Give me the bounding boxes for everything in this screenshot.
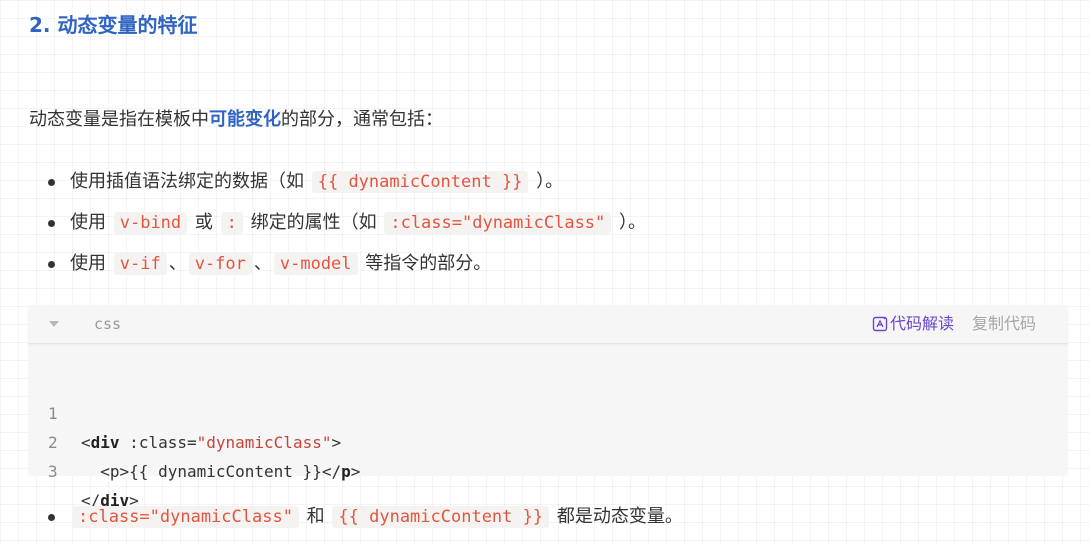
inline-code: v-bind	[113, 212, 188, 234]
intro-paragraph: 动态变量是指在模板中可能变化的部分，通常包括：	[29, 106, 443, 134]
triangle-down-icon[interactable]	[49, 321, 59, 327]
inline-code: {{ dynamicContent }}	[332, 506, 550, 528]
list-item-interpolation: 使用插值语法绑定的数据（如 {{ dynamicContent }} ）。	[0, 168, 646, 209]
list-text: 使用插值语法绑定的数据（如	[70, 171, 304, 192]
code-body: 1 <div :class="dynamicClass"> 2 <p>{{ dy…	[28, 344, 1068, 510]
bullet-dot	[48, 220, 55, 227]
list-item-summary: :class="dynamicClass" 和 {{ dynamicConten…	[0, 503, 683, 531]
copy-code-button[interactable]: 复制代码	[972, 313, 1036, 335]
code-tag: p	[341, 462, 351, 481]
list-text: 使用	[70, 212, 106, 233]
feature-list: 使用插值语法绑定的数据（如 {{ dynamicContent }} ）。 使用…	[0, 168, 646, 291]
code-line: 1 <div :class="dynamicClass">	[28, 370, 1068, 452]
code-block: css 代码解读 复制代码 1 <div :class="dynamicClas…	[28, 305, 1068, 510]
inline-code: {{ dynamicContent }}	[311, 171, 529, 193]
code-line: 3 </div>	[28, 428, 1068, 510]
inline-code: v-for	[188, 253, 252, 275]
code-block-header: css 代码解读 复制代码	[28, 305, 1068, 344]
list-text: ）。	[619, 212, 647, 233]
inline-code: :class="dynamicClass"	[72, 506, 299, 528]
inline-code: :class="dynamicClass"	[384, 212, 612, 234]
bullet-dot	[48, 514, 55, 521]
intro-text-before: 动态变量是指在模板中	[29, 109, 209, 130]
summary-list: :class="dynamicClass" 和 {{ dynamicConten…	[0, 503, 683, 531]
code-language-label: css	[94, 315, 122, 333]
list-text: 或	[194, 212, 213, 233]
explain-code-label: 代码解读	[890, 314, 955, 333]
line-number: 3	[48, 462, 58, 481]
code-punct: <p>{{ dynamicContent }}</	[81, 462, 342, 481]
intro-highlight: 可能变化	[209, 109, 281, 130]
list-text: 等指令的部分。	[365, 253, 492, 274]
intro-text-after: 的部分，通常包括：	[281, 109, 443, 130]
explain-code-button[interactable]: 代码解读	[872, 313, 954, 335]
list-text: 绑定的属性（如	[250, 212, 377, 233]
list-text: ）。	[536, 171, 564, 192]
inline-code: v-if	[113, 253, 167, 275]
list-text: 和	[306, 506, 325, 527]
list-text: 使用	[70, 253, 106, 274]
code-text: <p>{{ dynamicContent }}</p>	[81, 457, 360, 486]
section-heading: 2. 动态变量的特征	[29, 13, 198, 37]
list-item-binding: 使用 v-bind 或 : 绑定的属性（如 :class="dynamicCla…	[0, 209, 646, 250]
inline-code: :	[220, 212, 243, 234]
list-text: 都是动态变量。	[556, 506, 683, 527]
code-line: 2 <p>{{ dynamicContent }}</p>	[28, 399, 1068, 481]
bullet-dot	[48, 261, 55, 268]
list-text: 、	[168, 253, 187, 274]
bullet-dot	[48, 179, 55, 186]
list-text: 、	[253, 253, 272, 274]
list-item-directives: 使用 v-if、 v-for、 v-model 等指令的部分。	[0, 250, 646, 291]
inline-code: v-model	[273, 253, 358, 275]
ai-explain-icon	[872, 316, 888, 332]
code-punct: >	[350, 462, 361, 481]
